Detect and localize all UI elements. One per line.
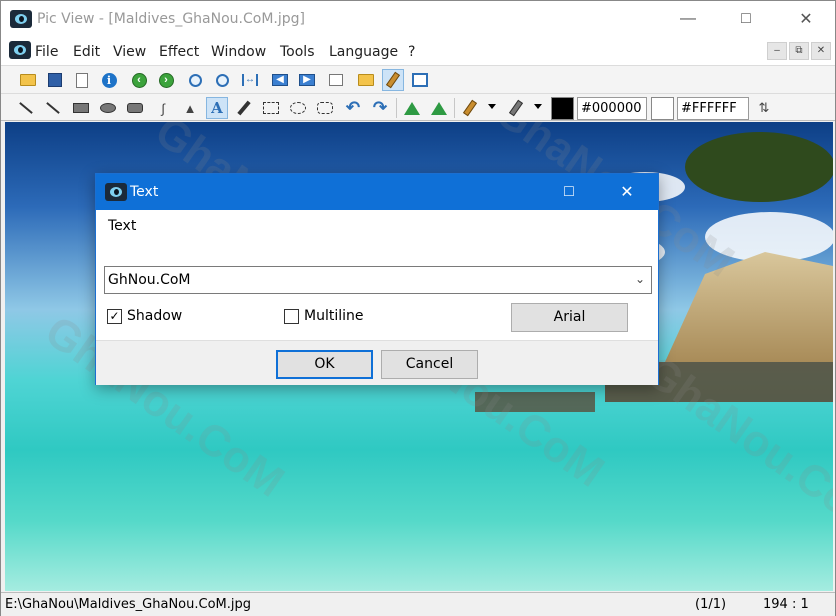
pen-dropdown-icon[interactable] xyxy=(488,104,496,109)
menu-window[interactable]: Window xyxy=(211,44,266,60)
text-label: Text xyxy=(108,218,137,234)
window-title: Pic View - [Maldives_GhaNou.CoM.jpg] xyxy=(37,11,305,27)
rectangle-tool-icon[interactable] xyxy=(70,97,92,119)
toolbar-separator xyxy=(454,98,455,118)
toolbar-separator xyxy=(396,98,397,118)
mdi-restore-button[interactable]: ⧉ xyxy=(789,42,809,60)
menu-view[interactable]: View xyxy=(113,44,146,60)
print-preview-icon[interactable] xyxy=(71,69,93,91)
brush-style-icon[interactable] xyxy=(505,97,527,119)
shadow-label: Shadow xyxy=(127,308,183,324)
font-button[interactable]: Arial xyxy=(511,303,628,332)
prev-image-icon[interactable]: ‹ xyxy=(128,69,150,91)
browse-folder-icon[interactable] xyxy=(355,69,377,91)
picture-palm xyxy=(685,132,833,202)
dialog-close-button[interactable]: ✕ xyxy=(604,174,650,210)
mirror-vertical-icon[interactable] xyxy=(428,97,450,119)
status-file-path: E:\GhaNou\Maldives_GhaNou.CoM.jpg xyxy=(5,597,251,612)
fit-width-icon[interactable]: ↔ xyxy=(239,69,261,91)
pen-width-icon[interactable] xyxy=(459,97,481,119)
ellipse-tool-icon[interactable] xyxy=(97,97,119,119)
mdi-minimize-button[interactable]: – xyxy=(767,42,787,60)
empty-checkbox-icon[interactable] xyxy=(284,308,299,324)
cascade-windows-icon[interactable] xyxy=(409,69,431,91)
draw-toolbar: ∫ ▲ A ↶ ↷ #000000 #FFFFFF ⇅ xyxy=(1,93,835,121)
save-disk-icon[interactable] xyxy=(44,69,66,91)
undo-icon[interactable]: ↶ xyxy=(342,97,364,119)
slideshow-icon[interactable] xyxy=(325,69,347,91)
open-folder-icon[interactable] xyxy=(17,69,39,91)
status-page-count: (1/1) xyxy=(695,597,727,612)
ok-button[interactable]: OK xyxy=(276,350,373,379)
menu-effect[interactable]: Effect xyxy=(159,44,199,60)
mdi-close-button[interactable]: ✕ xyxy=(811,42,831,60)
freehand-tool-icon[interactable]: ∫ xyxy=(152,97,174,119)
maximize-button[interactable]: □ xyxy=(723,1,769,37)
close-button[interactable]: ✕ xyxy=(783,1,829,37)
dialog-eye-icon xyxy=(105,183,127,201)
select-rect-tool-icon[interactable] xyxy=(260,97,282,119)
redo-icon[interactable]: ↷ xyxy=(369,97,391,119)
line-tool-icon[interactable] xyxy=(15,97,37,119)
text-input-value[interactable]: GhNou.CoM xyxy=(108,272,191,288)
dialog-title-bar: Text □ ✕ xyxy=(96,174,658,210)
shadow-checkbox[interactable]: ✓ Shadow xyxy=(107,308,182,324)
zoom-out-icon[interactable] xyxy=(211,69,233,91)
multiline-checkbox[interactable]: Multiline xyxy=(284,308,364,324)
main-toolbar: i ‹ › ↔ ◀ ▶ xyxy=(1,65,835,93)
rounded-rect-tool-icon[interactable] xyxy=(124,97,146,119)
menu-help[interactable]: ? xyxy=(408,44,415,60)
text-combobox[interactable]: GhNou.CoM ⌄ xyxy=(104,266,652,294)
chevron-down-icon[interactable]: ⌄ xyxy=(635,272,645,286)
info-icon[interactable]: i xyxy=(98,69,120,91)
picture-pier xyxy=(475,392,595,412)
picture-hut xyxy=(665,252,833,362)
text-tool-icon[interactable]: A xyxy=(206,97,228,119)
background-swatch[interactable] xyxy=(651,97,674,120)
fill-tool-icon[interactable]: ▲ xyxy=(179,97,201,119)
menu-language[interactable]: Language xyxy=(329,44,398,60)
menu-file[interactable]: File xyxy=(35,44,58,60)
dialog-maximize-button[interactable]: □ xyxy=(546,174,592,210)
back-arrow-icon[interactable]: ◀ xyxy=(269,69,291,91)
text-dialog: Text □ ✕ Text GhNou.CoM ⌄ ✓ Shadow Multi… xyxy=(95,173,659,385)
menu-edit[interactable]: Edit xyxy=(73,44,100,60)
next-image-icon[interactable]: › xyxy=(155,69,177,91)
foreground-color-field[interactable]: #000000 xyxy=(577,97,647,120)
arrow-tool-icon[interactable] xyxy=(42,97,64,119)
swap-colors-icon[interactable]: ⇅ xyxy=(753,97,775,119)
zoom-in-icon[interactable] xyxy=(184,69,206,91)
minimize-button[interactable]: — xyxy=(665,1,711,37)
status-zoom: 194 : 1 xyxy=(763,597,809,612)
dialog-title: Text xyxy=(130,184,159,200)
menu-tools[interactable]: Tools xyxy=(280,44,315,60)
forward-arrow-icon[interactable]: ▶ xyxy=(296,69,318,91)
dialog-footer: OK Cancel xyxy=(96,340,658,385)
cancel-button[interactable]: Cancel xyxy=(381,350,478,379)
select-rrect-tool-icon[interactable] xyxy=(314,97,336,119)
eyedropper-tool-icon[interactable] xyxy=(233,97,255,119)
app-eye-icon xyxy=(10,10,32,28)
checkmark-icon[interactable]: ✓ xyxy=(107,308,122,324)
foreground-swatch[interactable] xyxy=(551,97,574,120)
title-bar: Pic View - [Maldives_GhaNou.CoM.jpg] — □… xyxy=(1,1,835,37)
brush-dropdown-icon[interactable] xyxy=(534,104,542,109)
background-color-field[interactable]: #FFFFFF xyxy=(677,97,749,120)
app-window: Pic View - [Maldives_GhaNou.CoM.jpg] — □… xyxy=(0,0,836,616)
select-ellipse-tool-icon[interactable] xyxy=(287,97,309,119)
draw-brush-icon[interactable] xyxy=(382,69,404,91)
multiline-label: Multiline xyxy=(304,308,364,324)
document-eye-icon[interactable] xyxy=(9,41,31,59)
menu-bar: File Edit View Effect Window Tools Langu… xyxy=(1,37,835,65)
dialog-body: Text GhNou.CoM ⌄ ✓ Shadow Multiline Aria… xyxy=(96,210,658,340)
status-bar: E:\GhaNou\Maldives_GhaNou.CoM.jpg (1/1) … xyxy=(1,592,835,616)
mirror-horizontal-icon[interactable] xyxy=(401,97,423,119)
